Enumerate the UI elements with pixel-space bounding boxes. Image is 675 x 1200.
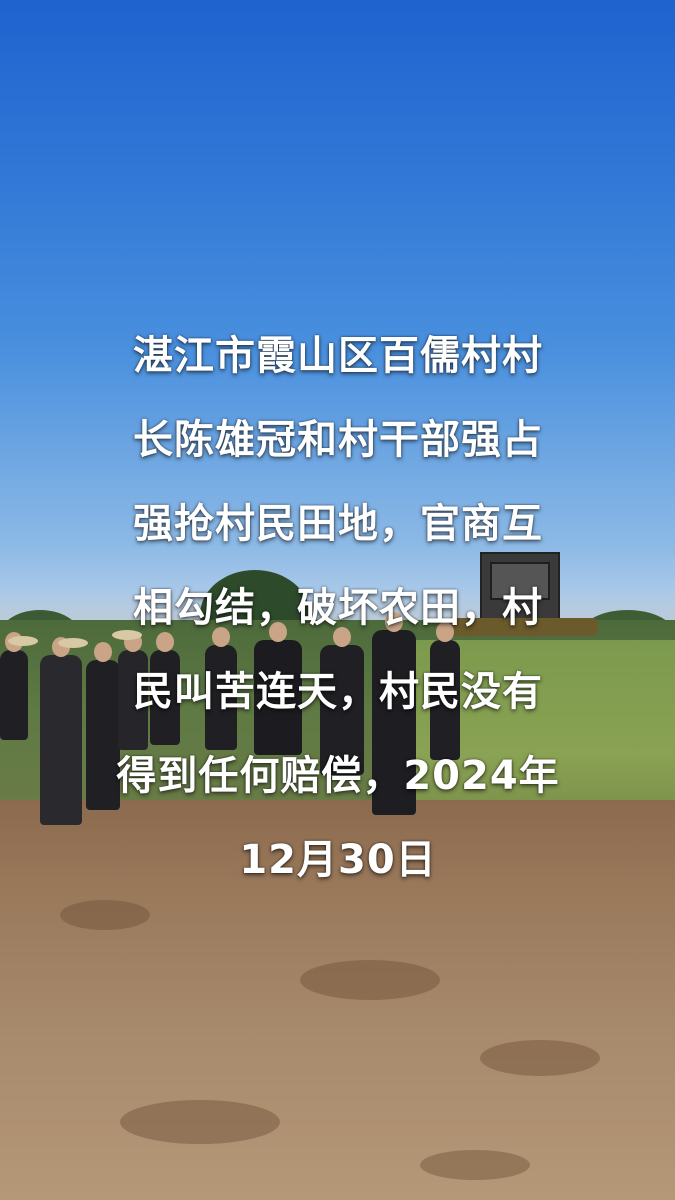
dirt-clod [300,960,440,1000]
caption-line: 长陈雄冠和村干部强占 [133,417,543,463]
dirt-clod [120,1100,280,1144]
photo-scene: 湛江市霞山区百儒村村 长陈雄冠和村干部强占 强抢村民田地，官商互 相勾结，破坏农… [0,0,675,1200]
caption-line: 强抢村民田地，官商互 [133,501,543,547]
caption-line: 得到任何赔偿，2024年 [116,753,560,799]
caption-overlay: 湛江市霞山区百儒村村 长陈雄冠和村干部强占 强抢村民田地，官商互 相勾结，破坏农… [78,314,598,902]
dirt-clod [60,900,150,930]
caption-line: 相勾结，破坏农田，村 [133,585,543,631]
person [0,632,28,740]
caption-line: 湛江市霞山区百儒村村 [133,333,543,379]
dirt-clod [420,1150,530,1180]
dirt-clod [480,1040,600,1076]
person [40,637,82,825]
caption-line: 民叫苦连天，村民没有 [133,669,543,715]
straw-hat [8,636,38,646]
caption-line: 12月30日 [239,837,437,883]
